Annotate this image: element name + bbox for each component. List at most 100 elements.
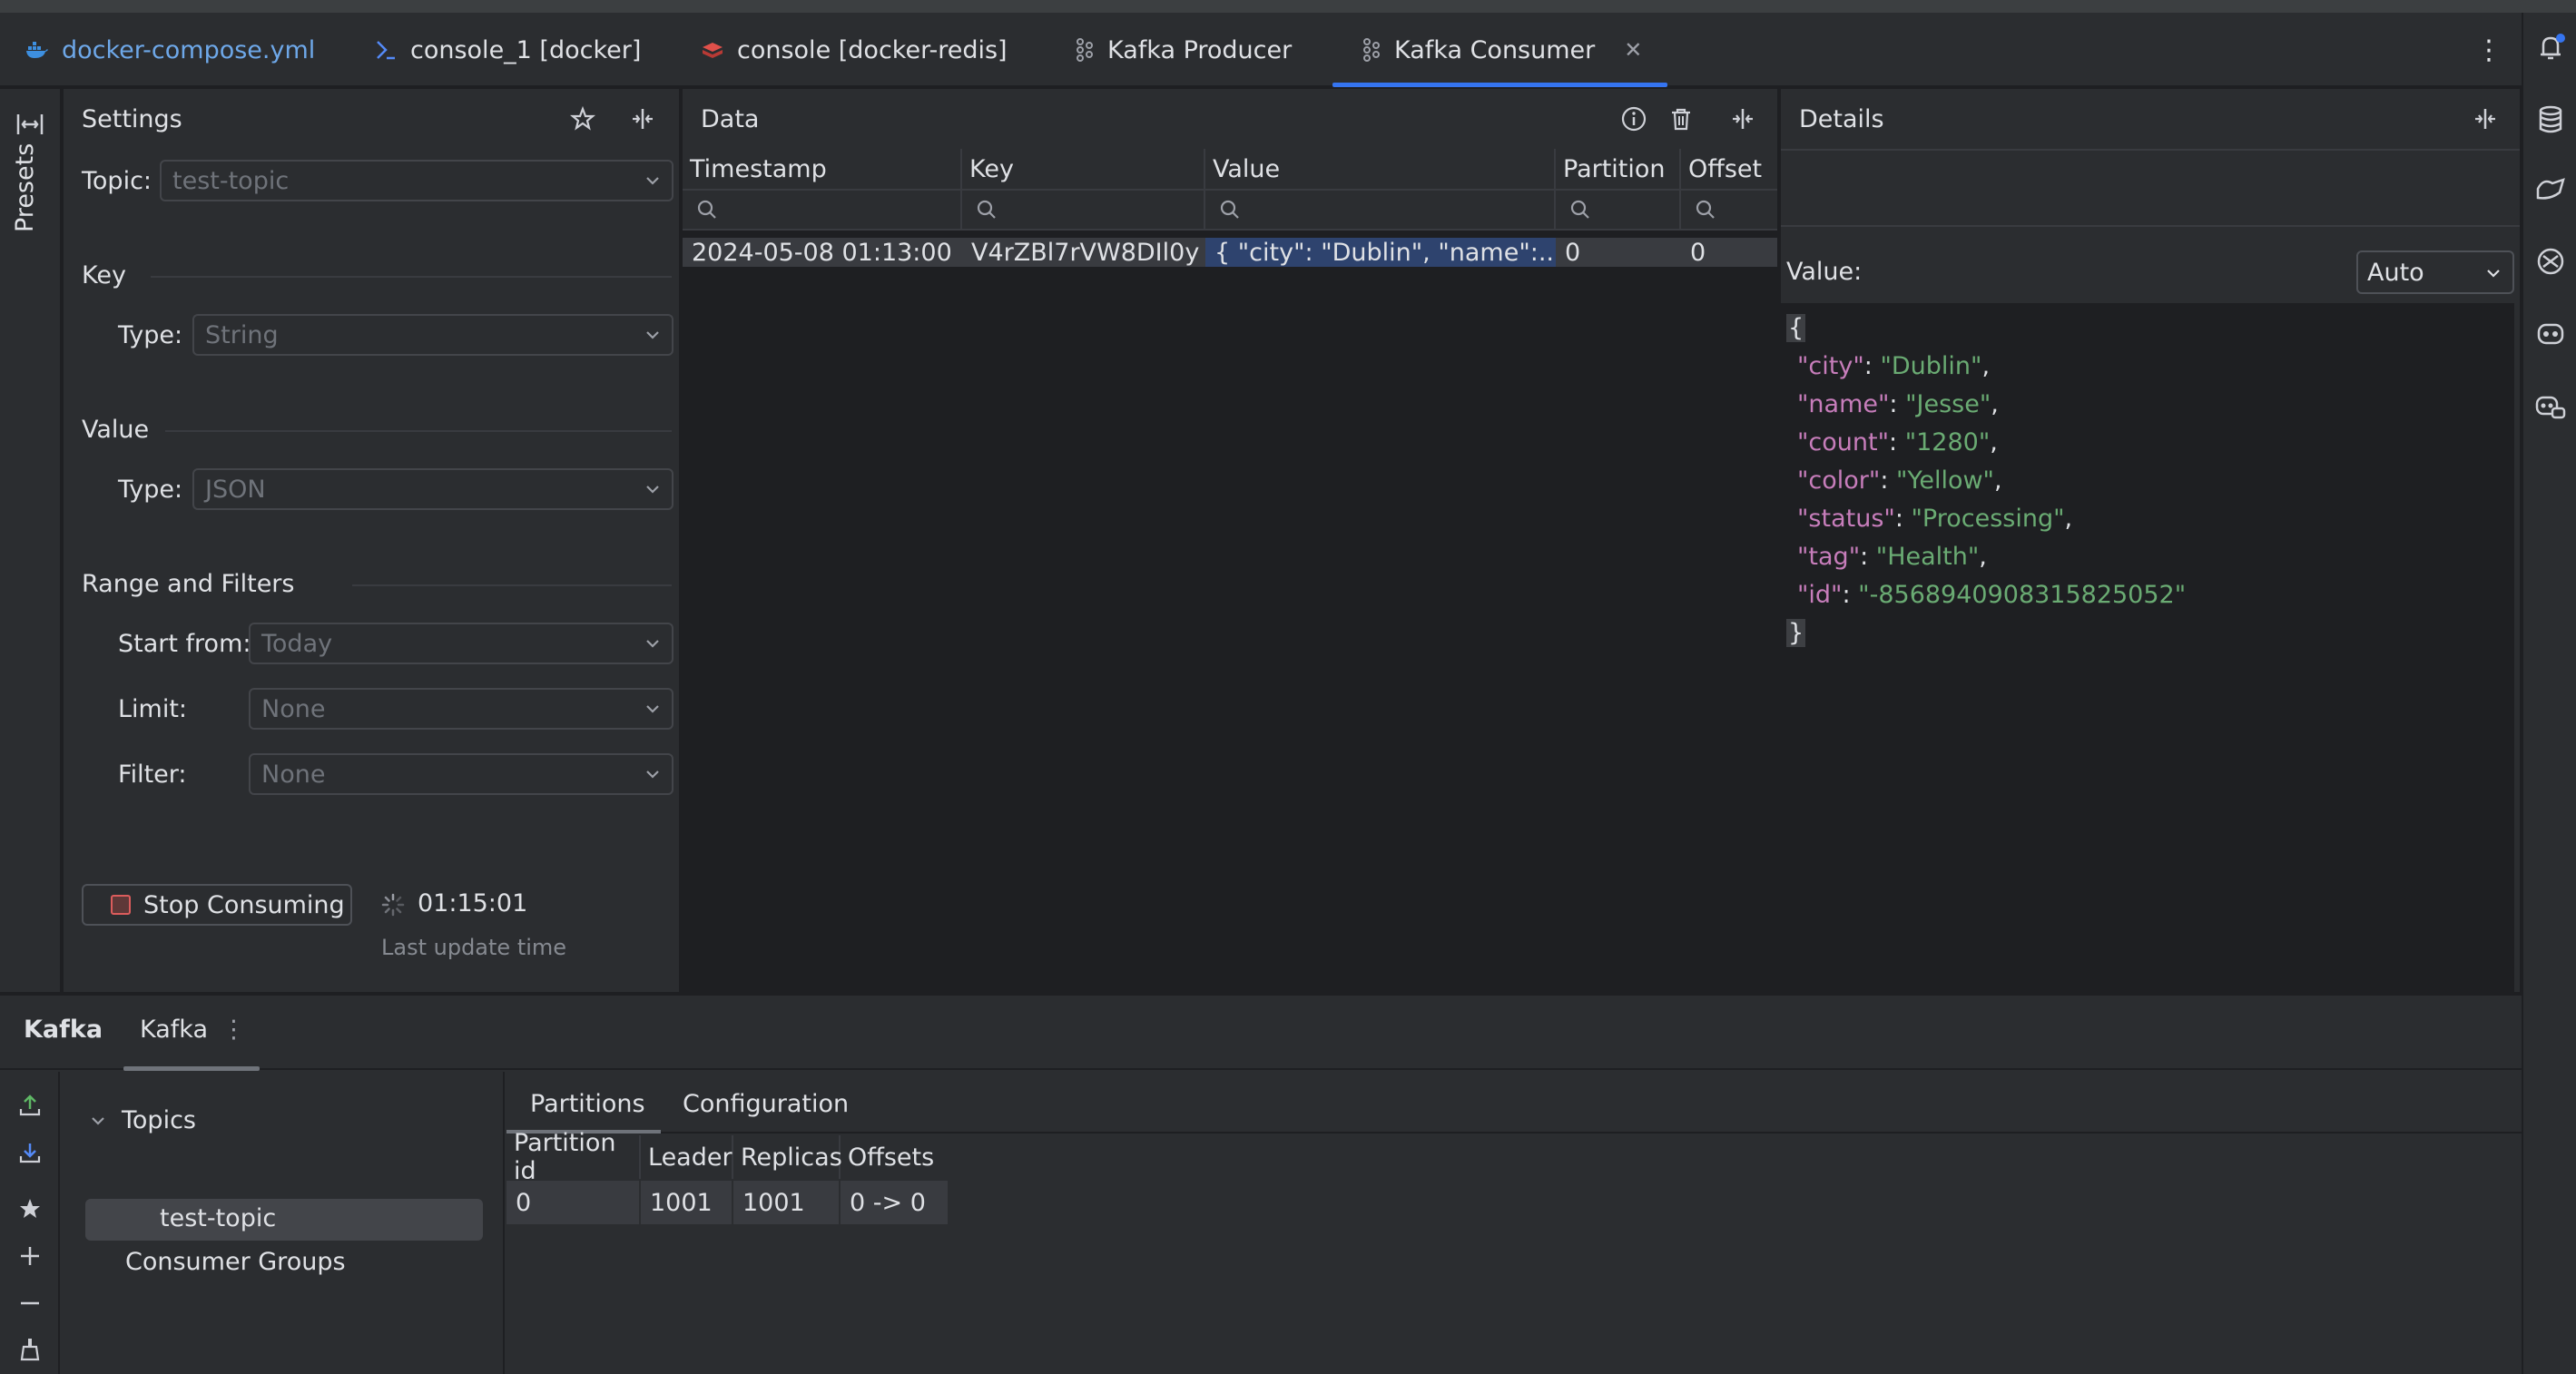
tab-docker-compose[interactable]: docker-compose.yml (25, 13, 315, 87)
json-key: "status" (1797, 504, 1895, 533)
value-filter[interactable] (1205, 191, 1556, 229)
notifications-icon[interactable] (2534, 31, 2567, 64)
clean-icon[interactable] (15, 1333, 45, 1364)
divider (151, 276, 672, 278)
column-header-offsets[interactable]: Offsets (841, 1135, 949, 1179)
column-header-value[interactable]: Value (1205, 149, 1556, 189)
tab-kafka-consumer[interactable]: Kafka Consumer ✕ (1332, 13, 1668, 87)
search-icon (697, 200, 716, 219)
column-header-replicas[interactable]: Replicas (733, 1135, 842, 1179)
json-key: "city" (1797, 351, 1864, 380)
presets-tab[interactable]: Presets (11, 143, 39, 232)
right-tool-strip (2522, 13, 2576, 1374)
tree-item-topics[interactable]: Topics (89, 1106, 196, 1134)
filter-select[interactable]: None (249, 753, 673, 795)
tab-kafka-producer[interactable]: Kafka Producer (1071, 13, 1292, 87)
tab-kafka-connection[interactable]: Kafka (140, 1016, 208, 1044)
format-value: Auto (2367, 258, 2424, 287)
close-icon[interactable]: ✕ (1624, 37, 1642, 63)
start-from-select[interactable]: Today (249, 623, 673, 664)
trash-icon[interactable] (1665, 103, 1697, 135)
copilot-chat-icon[interactable] (2534, 390, 2567, 423)
info-icon[interactable] (1617, 103, 1650, 135)
column-header-partition[interactable]: Partition (1556, 149, 1681, 189)
data-table-header: Timestamp Key Value Partition Offset (683, 149, 1777, 189)
limit-label: Limit: (118, 695, 188, 723)
more-options-icon[interactable]: ⋮ (221, 1016, 246, 1044)
tree-label: Topics (122, 1106, 196, 1134)
json-line: "city": "Dublin", (1797, 351, 1991, 380)
value-type-select[interactable]: JSON (192, 468, 673, 510)
star-icon[interactable] (15, 1193, 45, 1224)
key-type-select[interactable]: String (192, 314, 673, 356)
key-filter[interactable] (962, 191, 1205, 229)
topic-select[interactable]: test-topic (160, 160, 673, 201)
tool-window-header: Kafka Kafka ⋮ (0, 996, 2522, 1071)
column-header-leader[interactable]: Leader (641, 1135, 733, 1179)
database-icon[interactable] (2534, 103, 2567, 136)
chevron-down-icon (646, 177, 659, 185)
json-value: "Jesse" (1905, 389, 1991, 418)
json-value: "Dublin" (1880, 351, 1982, 380)
split-panel-icon[interactable] (626, 103, 659, 135)
star-icon[interactable] (566, 103, 599, 135)
copilot-icon[interactable] (2534, 318, 2567, 350)
cell-partition-id: 0 (506, 1181, 641, 1224)
consume-icon[interactable] (15, 1137, 45, 1168)
json-open-brace: { (1786, 313, 1806, 342)
kafka-tree: Topics test-topic Consumer Groups (62, 1072, 505, 1374)
range-section-title: Range and Filters (82, 570, 295, 598)
tab-console-docker[interactable]: console_1 [docker] (374, 13, 641, 87)
tab-label: docker-compose.yml (62, 35, 316, 64)
chevron-down-icon (646, 331, 659, 339)
split-panel-icon[interactable] (1726, 103, 1759, 135)
tree-item-test-topic[interactable]: test-topic (160, 1204, 276, 1232)
collapse-icon[interactable] (15, 109, 45, 140)
tree-item-consumer-groups[interactable]: Consumer Groups (125, 1248, 346, 1276)
column-header-key[interactable]: Key (962, 149, 1205, 189)
column-header-timestamp[interactable]: Timestamp (683, 149, 962, 189)
json-value: "Processing" (1911, 504, 2065, 533)
limit-select[interactable]: None (249, 688, 673, 730)
json-line: "tag": "Health", (1797, 542, 1987, 571)
timestamp-filter[interactable] (683, 191, 962, 229)
cell-value[interactable]: { "city": "Dublin", "name":... (1205, 238, 1556, 267)
remove-icon[interactable] (15, 1288, 45, 1319)
json-value: "1280" (1904, 427, 1991, 456)
kafka-tool-window: Kafka Kafka ⋮ Topics test-topic Consumer… (0, 994, 2522, 1374)
add-icon[interactable] (15, 1241, 45, 1271)
json-line: "id": "-8568940908315825052" (1797, 580, 2187, 609)
json-key: "tag" (1797, 542, 1861, 571)
tab-configuration[interactable]: Configuration (683, 1090, 849, 1118)
search-icon (1220, 200, 1239, 219)
tab-label: Kafka Producer (1107, 35, 1293, 64)
json-viewer[interactable]: { "city": "Dublin", "name": "Jesse", "co… (1781, 303, 2514, 993)
table-row[interactable]: 2024-05-08 01:13:00 V4rZBl7rVW8DIl0y { "… (683, 238, 1777, 267)
stop-consuming-button[interactable]: Stop Consuming (82, 884, 352, 926)
chevron-down-icon (646, 640, 659, 648)
chevron-down-icon (646, 486, 659, 494)
cell-offsets: 0 -> 0 (841, 1181, 949, 1224)
topic-value: test-topic (172, 166, 290, 195)
format-select[interactable]: Auto (2356, 250, 2514, 294)
json-key: "id" (1797, 580, 1843, 609)
offset-filter[interactable] (1681, 191, 1777, 229)
tab-label: console [docker-redis] (737, 35, 1008, 64)
key-section-title: Key (82, 261, 126, 290)
tab-partitions[interactable]: Partitions (530, 1090, 645, 1118)
big-data-tools-icon[interactable] (2534, 172, 2567, 205)
column-header-offset[interactable]: Offset (1681, 149, 1777, 189)
produce-icon[interactable] (15, 1090, 45, 1121)
kafka-icon (1358, 38, 1381, 62)
cell-leader: 1001 (641, 1181, 733, 1224)
data-panel: Data Timestamp Key Value Partition Offse… (683, 89, 1779, 992)
json-value: "-8568940908315825052" (1858, 580, 2187, 609)
tab-console-docker-redis[interactable]: console [docker-redis] (701, 13, 1008, 87)
ai-assistant-icon[interactable] (2534, 245, 2567, 278)
split-panel-icon[interactable] (2469, 103, 2502, 135)
column-header-partition-id[interactable]: Partition id (506, 1129, 641, 1185)
more-options-icon[interactable]: ⋮ (2471, 13, 2507, 87)
partition-filter[interactable] (1556, 191, 1681, 229)
json-line: "color": "Yellow", (1797, 466, 2002, 495)
tab-label: Kafka Consumer (1394, 35, 1596, 64)
